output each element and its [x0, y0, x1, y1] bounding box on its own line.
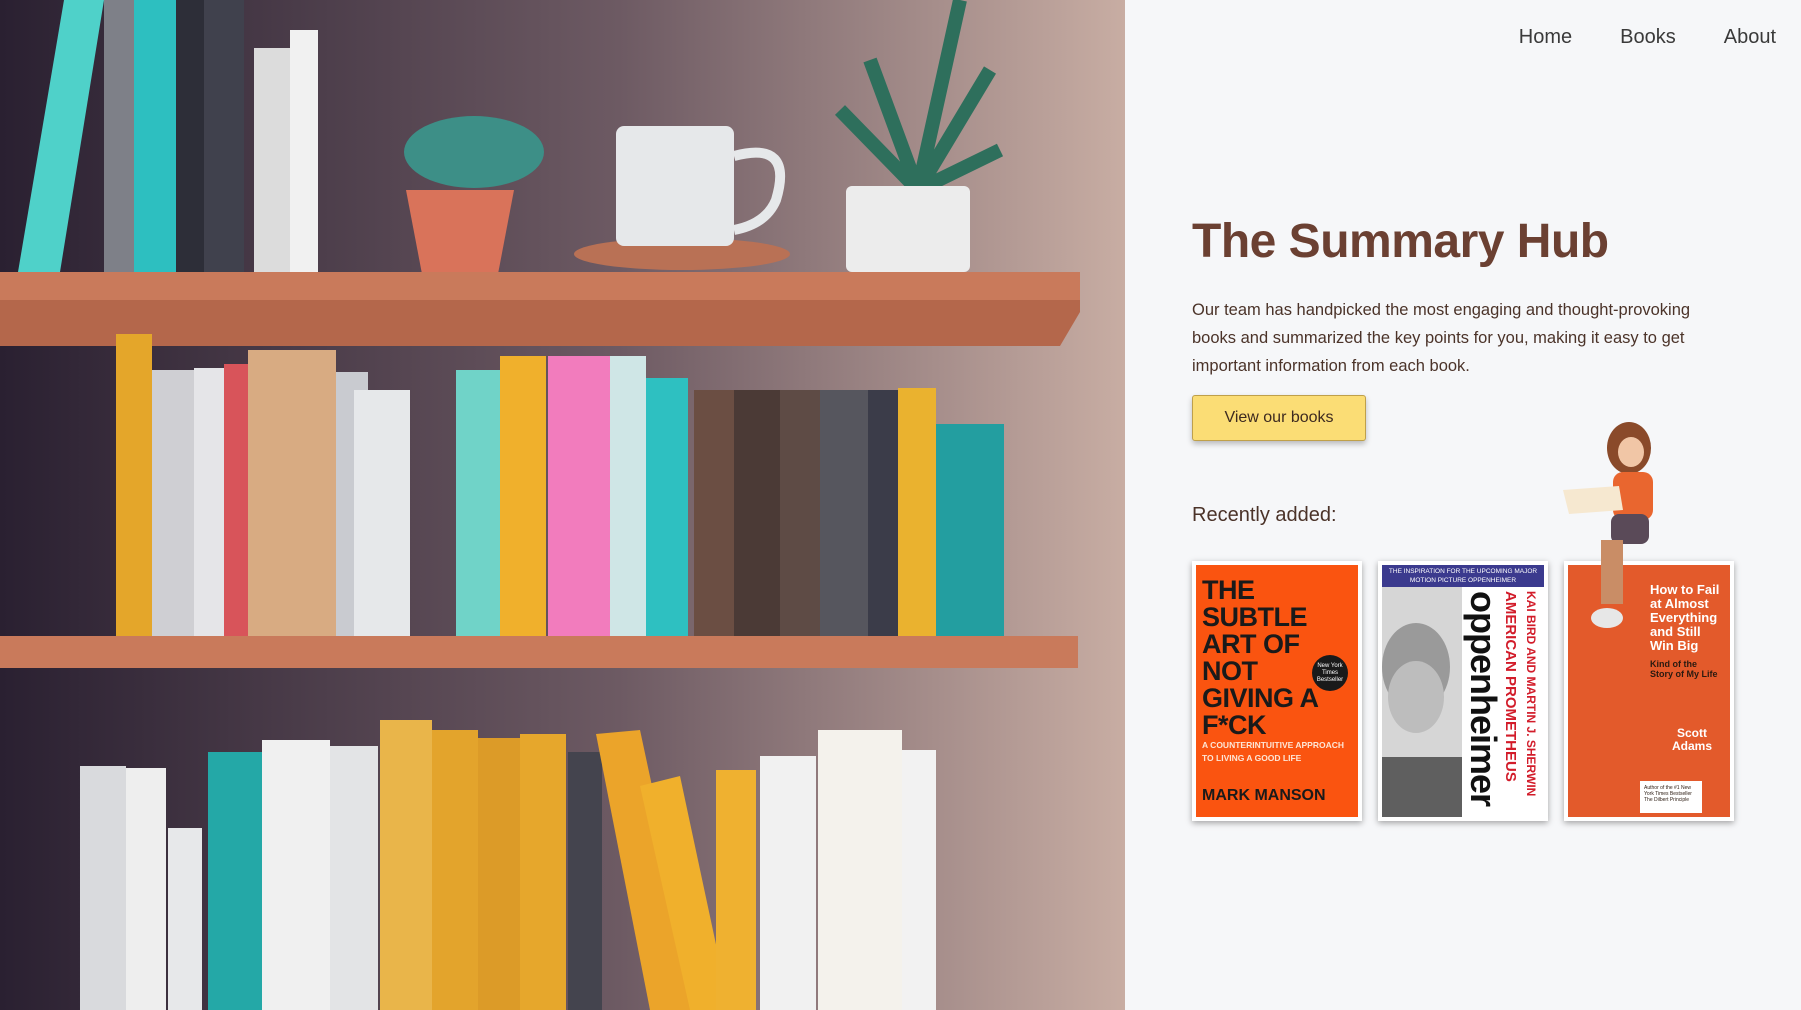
- book-cover-subtitle: AMERICAN PROMETHEUS: [1502, 591, 1519, 782]
- bestseller-badge: New York Times Bestseller: [1312, 655, 1348, 691]
- recently-added-heading: Recently added:: [1192, 504, 1337, 526]
- nav-books-link[interactable]: Books: [1620, 26, 1676, 49]
- book-cover-banner: THE INSPIRATION FOR THE UPCOMING MAJOR M…: [1382, 565, 1544, 587]
- portrait-image: [1382, 587, 1462, 817]
- hero-description: Our team has handpicked the most engagin…: [1192, 301, 1691, 375]
- book-cover-subtitle: Kind of the Story of My Life: [1650, 659, 1718, 679]
- book-cover-title: THE SUBTLE ART OF NOT GIVING A F*CK: [1202, 575, 1318, 740]
- bookshelf-hero-image: [0, 0, 1125, 1010]
- book-cover-author: KAI BIRD AND MARTIN J. SHERWIN: [1524, 591, 1538, 797]
- book-cover-subtitle: A COUNTERINTUITIVE APPROACH TO LIVING A …: [1202, 740, 1344, 763]
- view-books-button[interactable]: View our books: [1192, 395, 1366, 441]
- book-cover-title: oppenheimer: [1463, 591, 1504, 807]
- top-nav: Home Books About: [1519, 26, 1776, 49]
- bottom-shelf-books: [80, 720, 936, 1010]
- book-cover-subtle-art[interactable]: THE SUBTLE ART OF NOT GIVING A F*CK New …: [1192, 561, 1362, 821]
- book-cover-author: MARK MANSON: [1202, 787, 1326, 804]
- content-panel: Home Books About The Summary Hub Our tea…: [1125, 0, 1801, 1010]
- reading-girl-illustration: [1563, 422, 1653, 628]
- page-title: The Summary Hub: [1192, 215, 1609, 268]
- book-cover-blurb: Author of the #1 New York Times Bestsell…: [1640, 781, 1702, 813]
- book-cover-author: Scott Adams: [1672, 726, 1713, 753]
- nav-home-link[interactable]: Home: [1519, 26, 1572, 49]
- bookshelf-illustration: [0, 0, 1125, 1010]
- book-cover-oppenheimer[interactable]: THE INSPIRATION FOR THE UPCOMING MAJOR M…: [1378, 561, 1548, 821]
- nav-about-link[interactable]: About: [1724, 26, 1776, 49]
